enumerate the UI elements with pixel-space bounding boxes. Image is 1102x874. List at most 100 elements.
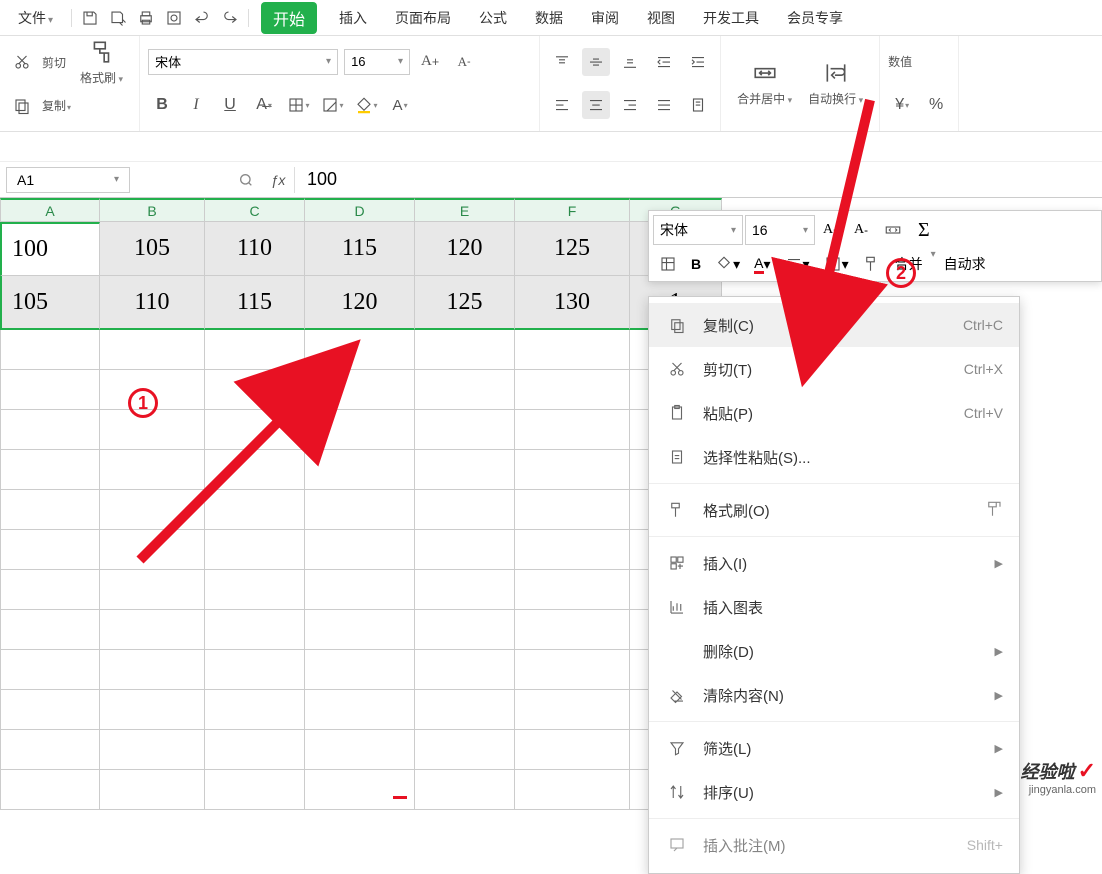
tab-insert[interactable]: 插入 bbox=[325, 8, 381, 28]
cell[interactable] bbox=[0, 690, 100, 730]
cell[interactable] bbox=[100, 410, 205, 450]
cell[interactable] bbox=[0, 410, 100, 450]
mini-select-icon[interactable] bbox=[653, 249, 683, 279]
cell[interactable] bbox=[0, 370, 100, 410]
cell[interactable] bbox=[415, 410, 515, 450]
cell[interactable] bbox=[415, 370, 515, 410]
cell[interactable] bbox=[305, 730, 415, 770]
percent-icon[interactable]: % bbox=[922, 91, 950, 119]
font-size-select[interactable]: 16▾ bbox=[344, 49, 410, 75]
cell[interactable]: 100 bbox=[0, 222, 100, 276]
cell[interactable] bbox=[0, 730, 100, 770]
font-grow-icon[interactable]: A+ bbox=[416, 48, 444, 76]
cell[interactable] bbox=[305, 410, 415, 450]
align-middle-icon[interactable] bbox=[582, 48, 610, 76]
cell[interactable] bbox=[205, 370, 305, 410]
mini-fill-icon[interactable]: ▾ bbox=[709, 249, 746, 279]
mini-align-icon[interactable]: ▾ bbox=[779, 249, 816, 279]
copy-label[interactable]: 复制 bbox=[42, 97, 71, 114]
cell[interactable] bbox=[0, 770, 100, 810]
cell[interactable] bbox=[515, 650, 630, 690]
print-icon[interactable] bbox=[132, 4, 160, 32]
indent-decrease-icon[interactable] bbox=[650, 48, 678, 76]
fx-icon[interactable]: ƒx bbox=[266, 168, 290, 192]
cell[interactable]: 125 bbox=[415, 276, 515, 330]
mini-font-select[interactable]: 宋体▾ bbox=[653, 215, 743, 245]
cell[interactable] bbox=[415, 330, 515, 370]
cell[interactable] bbox=[100, 330, 205, 370]
cell[interactable] bbox=[515, 370, 630, 410]
ctx-cut[interactable]: 剪切(T) Ctrl+X bbox=[649, 347, 1019, 391]
cell[interactable]: 115 bbox=[305, 222, 415, 276]
mini-merge-icon[interactable] bbox=[876, 215, 910, 245]
ctx-format-painter[interactable]: 格式刷(O) bbox=[649, 488, 1019, 532]
cell[interactable] bbox=[0, 570, 100, 610]
align-top-icon[interactable] bbox=[548, 48, 576, 76]
cell[interactable] bbox=[515, 690, 630, 730]
cell[interactable] bbox=[415, 690, 515, 730]
cell[interactable] bbox=[305, 570, 415, 610]
cell[interactable]: 105 bbox=[100, 222, 205, 276]
align-bottom-icon[interactable] bbox=[616, 48, 644, 76]
cell[interactable] bbox=[0, 610, 100, 650]
cell[interactable] bbox=[415, 730, 515, 770]
cell[interactable] bbox=[305, 650, 415, 690]
cell[interactable] bbox=[515, 330, 630, 370]
cell[interactable] bbox=[415, 450, 515, 490]
cell[interactable] bbox=[0, 490, 100, 530]
cell[interactable] bbox=[100, 650, 205, 690]
cell[interactable] bbox=[305, 770, 415, 810]
ctx-clear[interactable]: 清除内容(N) ▶ bbox=[649, 673, 1019, 717]
cell[interactable] bbox=[415, 490, 515, 530]
cell[interactable] bbox=[0, 450, 100, 490]
column-header-D[interactable]: D bbox=[305, 198, 415, 222]
tab-member[interactable]: 会员专享 bbox=[773, 8, 857, 28]
mini-bold-icon[interactable]: B bbox=[685, 249, 707, 279]
cell[interactable] bbox=[100, 770, 205, 810]
ctx-copy[interactable]: 复制(C) Ctrl+C bbox=[649, 303, 1019, 347]
cell[interactable] bbox=[0, 530, 100, 570]
cell[interactable] bbox=[515, 450, 630, 490]
indent-increase-icon[interactable] bbox=[684, 48, 712, 76]
mini-format-painter-icon[interactable] bbox=[857, 249, 887, 279]
cell[interactable]: 110 bbox=[205, 222, 305, 276]
mini-font-grow-icon[interactable]: A+ bbox=[817, 215, 846, 245]
cell[interactable] bbox=[205, 330, 305, 370]
cell[interactable] bbox=[0, 650, 100, 690]
cell[interactable] bbox=[515, 410, 630, 450]
cell[interactable] bbox=[100, 450, 205, 490]
cell[interactable] bbox=[205, 610, 305, 650]
cell[interactable] bbox=[100, 690, 205, 730]
cell[interactable]: 105 bbox=[0, 276, 100, 330]
ctx-filter[interactable]: 筛选(L) ▶ bbox=[649, 726, 1019, 770]
align-right-icon[interactable] bbox=[616, 91, 644, 119]
column-header-C[interactable]: C bbox=[205, 198, 305, 222]
cell-style-icon[interactable] bbox=[318, 91, 346, 119]
font-name-select[interactable]: 宋体▾ bbox=[148, 49, 338, 75]
tab-home[interactable]: 开始 bbox=[261, 2, 317, 34]
cell[interactable]: 120 bbox=[415, 222, 515, 276]
cell[interactable] bbox=[305, 450, 415, 490]
cell[interactable] bbox=[415, 610, 515, 650]
ctx-insert[interactable]: 插入(I) ▶ bbox=[649, 541, 1019, 585]
cancel-icon[interactable] bbox=[234, 168, 258, 192]
tab-data[interactable]: 数据 bbox=[521, 8, 577, 28]
cell[interactable] bbox=[415, 650, 515, 690]
align-center-icon[interactable] bbox=[582, 91, 610, 119]
cell[interactable] bbox=[205, 450, 305, 490]
cell[interactable] bbox=[515, 570, 630, 610]
save-as-icon[interactable] bbox=[104, 4, 132, 32]
cell[interactable] bbox=[305, 690, 415, 730]
tab-view[interactable]: 视图 bbox=[633, 8, 689, 28]
tab-page-layout[interactable]: 页面布局 bbox=[381, 8, 465, 28]
cell[interactable] bbox=[515, 610, 630, 650]
cell[interactable] bbox=[515, 730, 630, 770]
border-icon[interactable] bbox=[284, 91, 312, 119]
wrap-text-button[interactable]: 自动换行 bbox=[800, 40, 871, 127]
cell[interactable] bbox=[205, 690, 305, 730]
cell[interactable] bbox=[205, 770, 305, 810]
mini-sum-label[interactable]: 自动求 bbox=[938, 249, 992, 279]
tab-formula[interactable]: 公式 bbox=[465, 8, 521, 28]
cell[interactable] bbox=[515, 530, 630, 570]
ctx-paste-special[interactable]: 选择性粘贴(S)... bbox=[649, 435, 1019, 479]
